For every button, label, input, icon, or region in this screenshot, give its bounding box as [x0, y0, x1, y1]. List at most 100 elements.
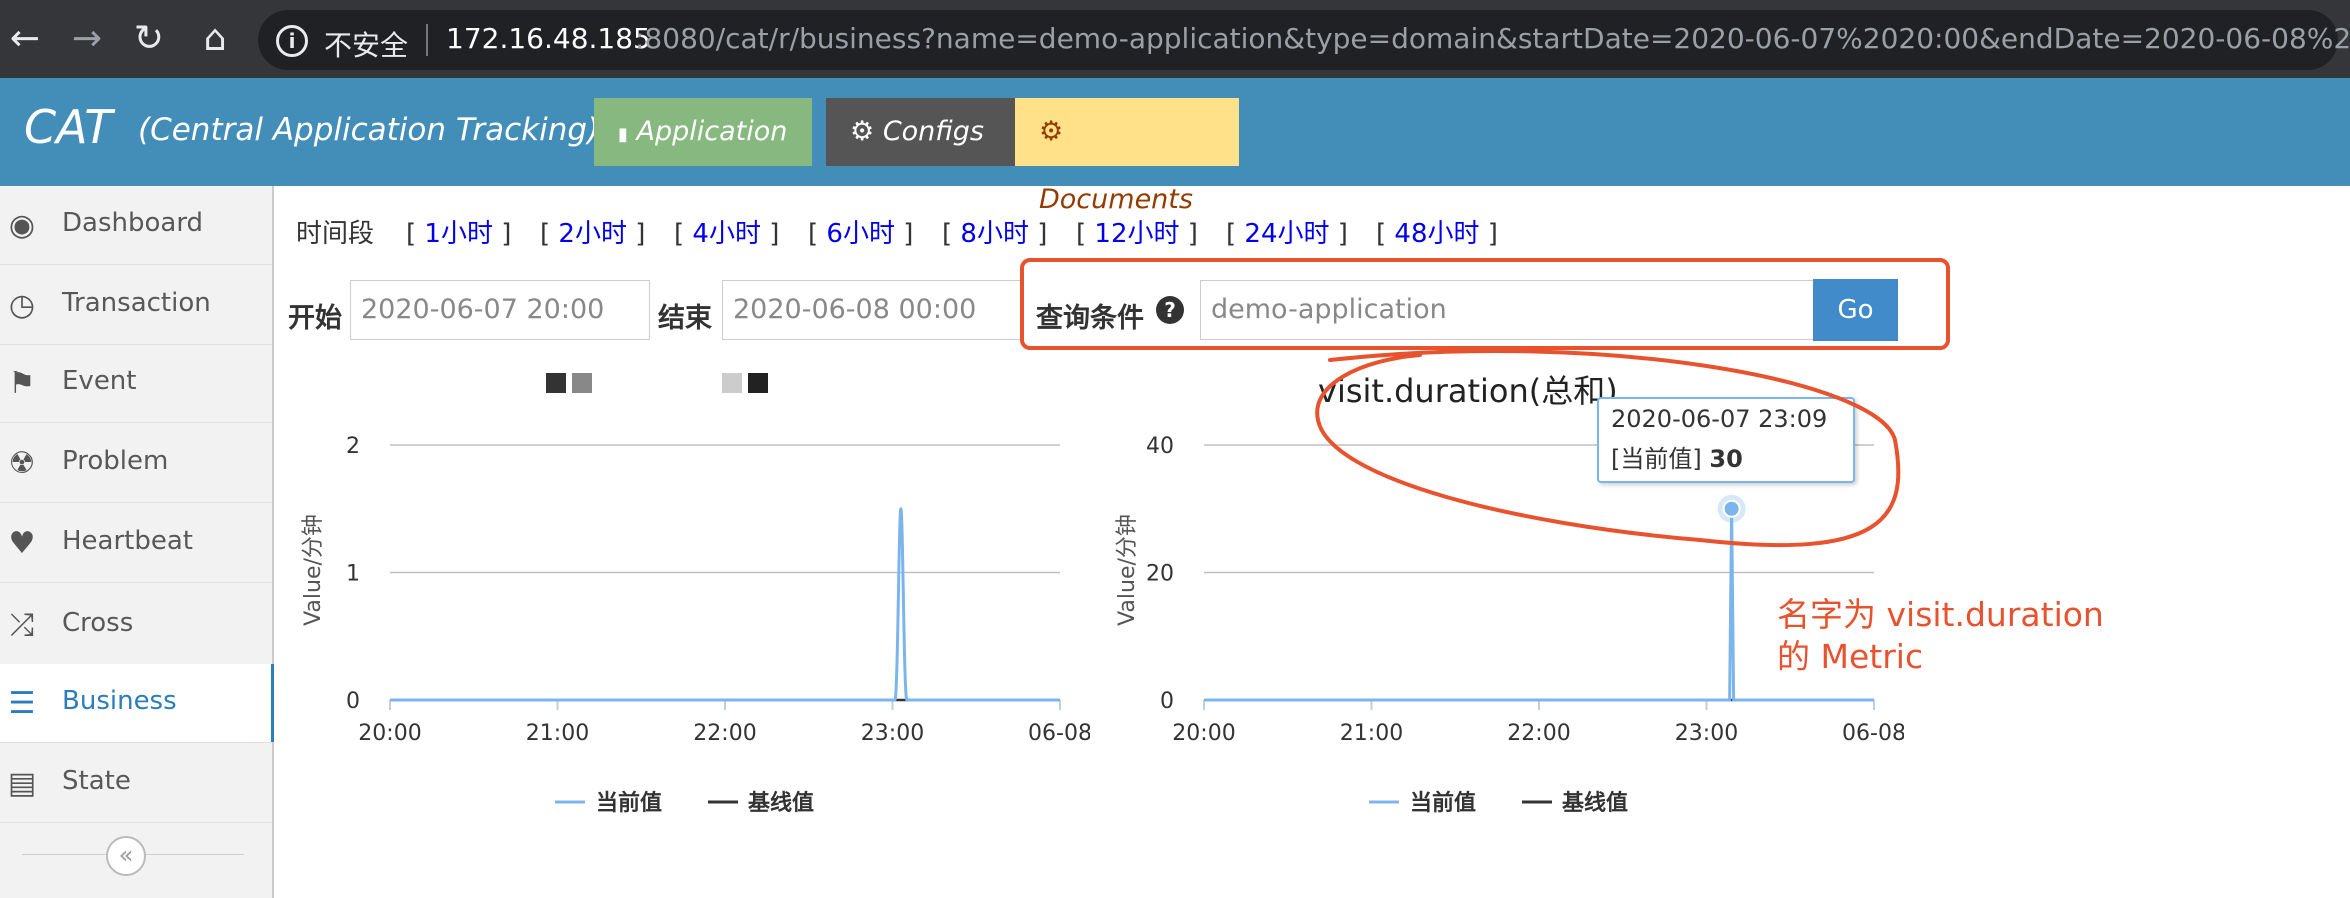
chart-tooltip: 2020-06-07 23:09 [当前值] 30: [1597, 397, 1855, 483]
documents-button-label: Documents: [1039, 184, 1193, 215]
time-option-48h[interactable]: [ 48小时 ]: [1376, 213, 1498, 250]
time-option-label[interactable]: 1小时: [424, 219, 493, 249]
sidebar-item-label: State: [62, 766, 131, 796]
sidebar-item-label: Dashboard: [62, 208, 204, 238]
bar-chart-icon: ▤: [7, 766, 37, 801]
data-point: [1722, 499, 1741, 518]
info-icon[interactable]: i: [276, 25, 308, 57]
tooltip-value-row: [当前值] 30: [1611, 439, 1743, 474]
flag-icon: ⚑: [8, 366, 36, 401]
x-tick-label: 22:00: [1507, 721, 1570, 746]
dashboard-icon: ◉: [8, 208, 36, 243]
y-tick-label: 0: [346, 689, 360, 714]
legend-label-current: 当前值: [1410, 790, 1476, 816]
configs-button-label: Configs: [882, 116, 984, 147]
series-current-line: [390, 507, 1060, 702]
time-option-2h[interactable]: [ 2小时 ]: [540, 213, 645, 250]
x-tick-label: 23:00: [861, 721, 924, 746]
time-option-label[interactable]: 4小时: [692, 219, 761, 249]
y-tick-label: 20: [1146, 562, 1174, 587]
application-button-label: Application: [636, 116, 788, 147]
start-date-input[interactable]: 2020-06-07 20:00: [350, 280, 650, 340]
annotation-line-2: 的 Metric: [1777, 637, 1924, 676]
time-option-1h[interactable]: [ 1小时 ]: [406, 213, 511, 250]
time-option-label[interactable]: 48小时: [1394, 219, 1479, 249]
time-option-label[interactable]: 24小时: [1244, 219, 1329, 249]
time-option-label[interactable]: 6小时: [826, 219, 895, 249]
configs-button[interactable]: ⚙ Configs: [826, 98, 1016, 166]
list-icon: ☰: [8, 686, 36, 721]
random-icon: ⤮: [10, 608, 34, 643]
time-option-6h[interactable]: [ 6小时 ]: [808, 213, 913, 250]
tooltip-time: 2020-06-07 23:09: [1611, 405, 1828, 433]
bug-icon: ☢: [8, 446, 36, 481]
chart-1-title-obscured: [546, 370, 774, 400]
sidebar-item-event[interactable]: ⚑ Event: [0, 344, 272, 423]
url-host: 172.16.48.185: [446, 22, 651, 55]
application-button[interactable]: ▮ Application: [594, 98, 812, 166]
url-separator: [426, 24, 428, 56]
y-tick-label: 1: [346, 562, 360, 587]
url-path: :8080/cat/r/business?name=demo-applicati…: [635, 22, 2350, 55]
legend-label-current: 当前值: [596, 790, 662, 816]
home-icon[interactable]: ⌂: [190, 14, 240, 64]
sidebar-item-label: Cross: [62, 608, 134, 638]
arrow-left-icon[interactable]: ←: [0, 14, 50, 64]
sidebar-item-label: Transaction: [62, 288, 211, 318]
sidebar-item-cross[interactable]: ⤮ Cross: [0, 586, 272, 665]
sidebar-item-state[interactable]: ▤ State: [0, 744, 272, 823]
end-date-input[interactable]: 2020-06-08 00:00: [722, 280, 1022, 340]
tooltip-value: 30: [1709, 445, 1743, 473]
double-chevron-left-icon[interactable]: «: [106, 836, 146, 876]
sidebar-item-label: Problem: [62, 446, 169, 476]
gears-icon: ⚙: [850, 116, 875, 147]
annotation-highlight-box: [1020, 258, 1950, 350]
time-option-label[interactable]: 2小时: [558, 219, 627, 249]
chart-2-title: visit.duration(总和): [1318, 372, 1618, 410]
time-option-24h[interactable]: [ 24小时 ]: [1226, 213, 1348, 250]
documents-button[interactable]: ⚙ Documents: [1015, 98, 1239, 215]
address-bar[interactable]: i 不安全 172.16.48.185 :8080/cat/r/business…: [258, 10, 2350, 70]
sidebar-item-label: Business: [62, 686, 177, 716]
x-tick-label: 21:00: [1340, 721, 1403, 746]
clock-icon: ◷: [8, 288, 36, 323]
brand-logo[interactable]: CAT: [24, 100, 112, 154]
sidebar-item-label: Heartbeat: [62, 526, 193, 556]
x-tick-label: 06-08: [1842, 721, 1904, 746]
sidebar-item-heartbeat[interactable]: ♥ Heartbeat: [0, 504, 272, 583]
sidebar-item-dashboard[interactable]: ◉ Dashboard: [0, 186, 272, 265]
time-option-4h[interactable]: [ 4小时 ]: [674, 213, 779, 250]
x-tick-label: 21:00: [526, 721, 589, 746]
x-tick-label: 06-08: [1028, 721, 1090, 746]
x-tick-label: 23:00: [1675, 721, 1738, 746]
sidebar-item-transaction[interactable]: ◷ Transaction: [0, 266, 272, 345]
brand-subtitle: (Central Application Tracking): [138, 112, 600, 148]
annotation-line-1: 名字为 visit.duration: [1777, 595, 2104, 634]
time-option-label[interactable]: 8小时: [960, 219, 1029, 249]
time-option-label[interactable]: 12小时: [1094, 219, 1179, 249]
x-tick-label: 22:00: [693, 721, 756, 746]
time-range-label: 时间段: [296, 219, 375, 249]
sidebar: ◉ Dashboard ◷ Transaction ⚑ Event ☢ Prob…: [0, 186, 274, 898]
x-tick-label: 20:00: [358, 721, 421, 746]
legend-label-baseline: 基线值: [1562, 790, 1628, 816]
end-label: 结束: [658, 303, 712, 334]
x-tick-label: 20:00: [1172, 721, 1235, 746]
annotation-text: 名字为 visit.duration 的 Metric: [1777, 594, 2104, 678]
series-current-line: [1204, 508, 1874, 702]
arrow-right-icon[interactable]: →: [62, 14, 112, 64]
y-axis-label: Value/分钟: [301, 514, 326, 626]
time-option-12h[interactable]: [ 12小时 ]: [1076, 213, 1198, 250]
heart-icon: ♥: [8, 526, 36, 561]
sidebar-item-business[interactable]: ☰ Business: [0, 664, 274, 743]
time-option-8h[interactable]: [ 8小时 ]: [942, 213, 1047, 250]
reload-icon[interactable]: ↻: [124, 14, 174, 64]
tooltip-series-label: [当前值]: [1611, 445, 1702, 473]
chart-1: 0 1 2 Value/分钟 20:00 21:00 22:00 23:00 06-08 当前值 基…: [301, 434, 1090, 816]
start-label: 开始: [288, 303, 342, 334]
sidebar-item-problem[interactable]: ☢ Problem: [0, 424, 272, 503]
y-axis-label: Value/分钟: [1115, 514, 1140, 626]
legend-label-baseline: 基线值: [748, 790, 814, 816]
y-tick-label: 40: [1146, 434, 1174, 459]
insecure-label: 不安全: [324, 29, 409, 62]
